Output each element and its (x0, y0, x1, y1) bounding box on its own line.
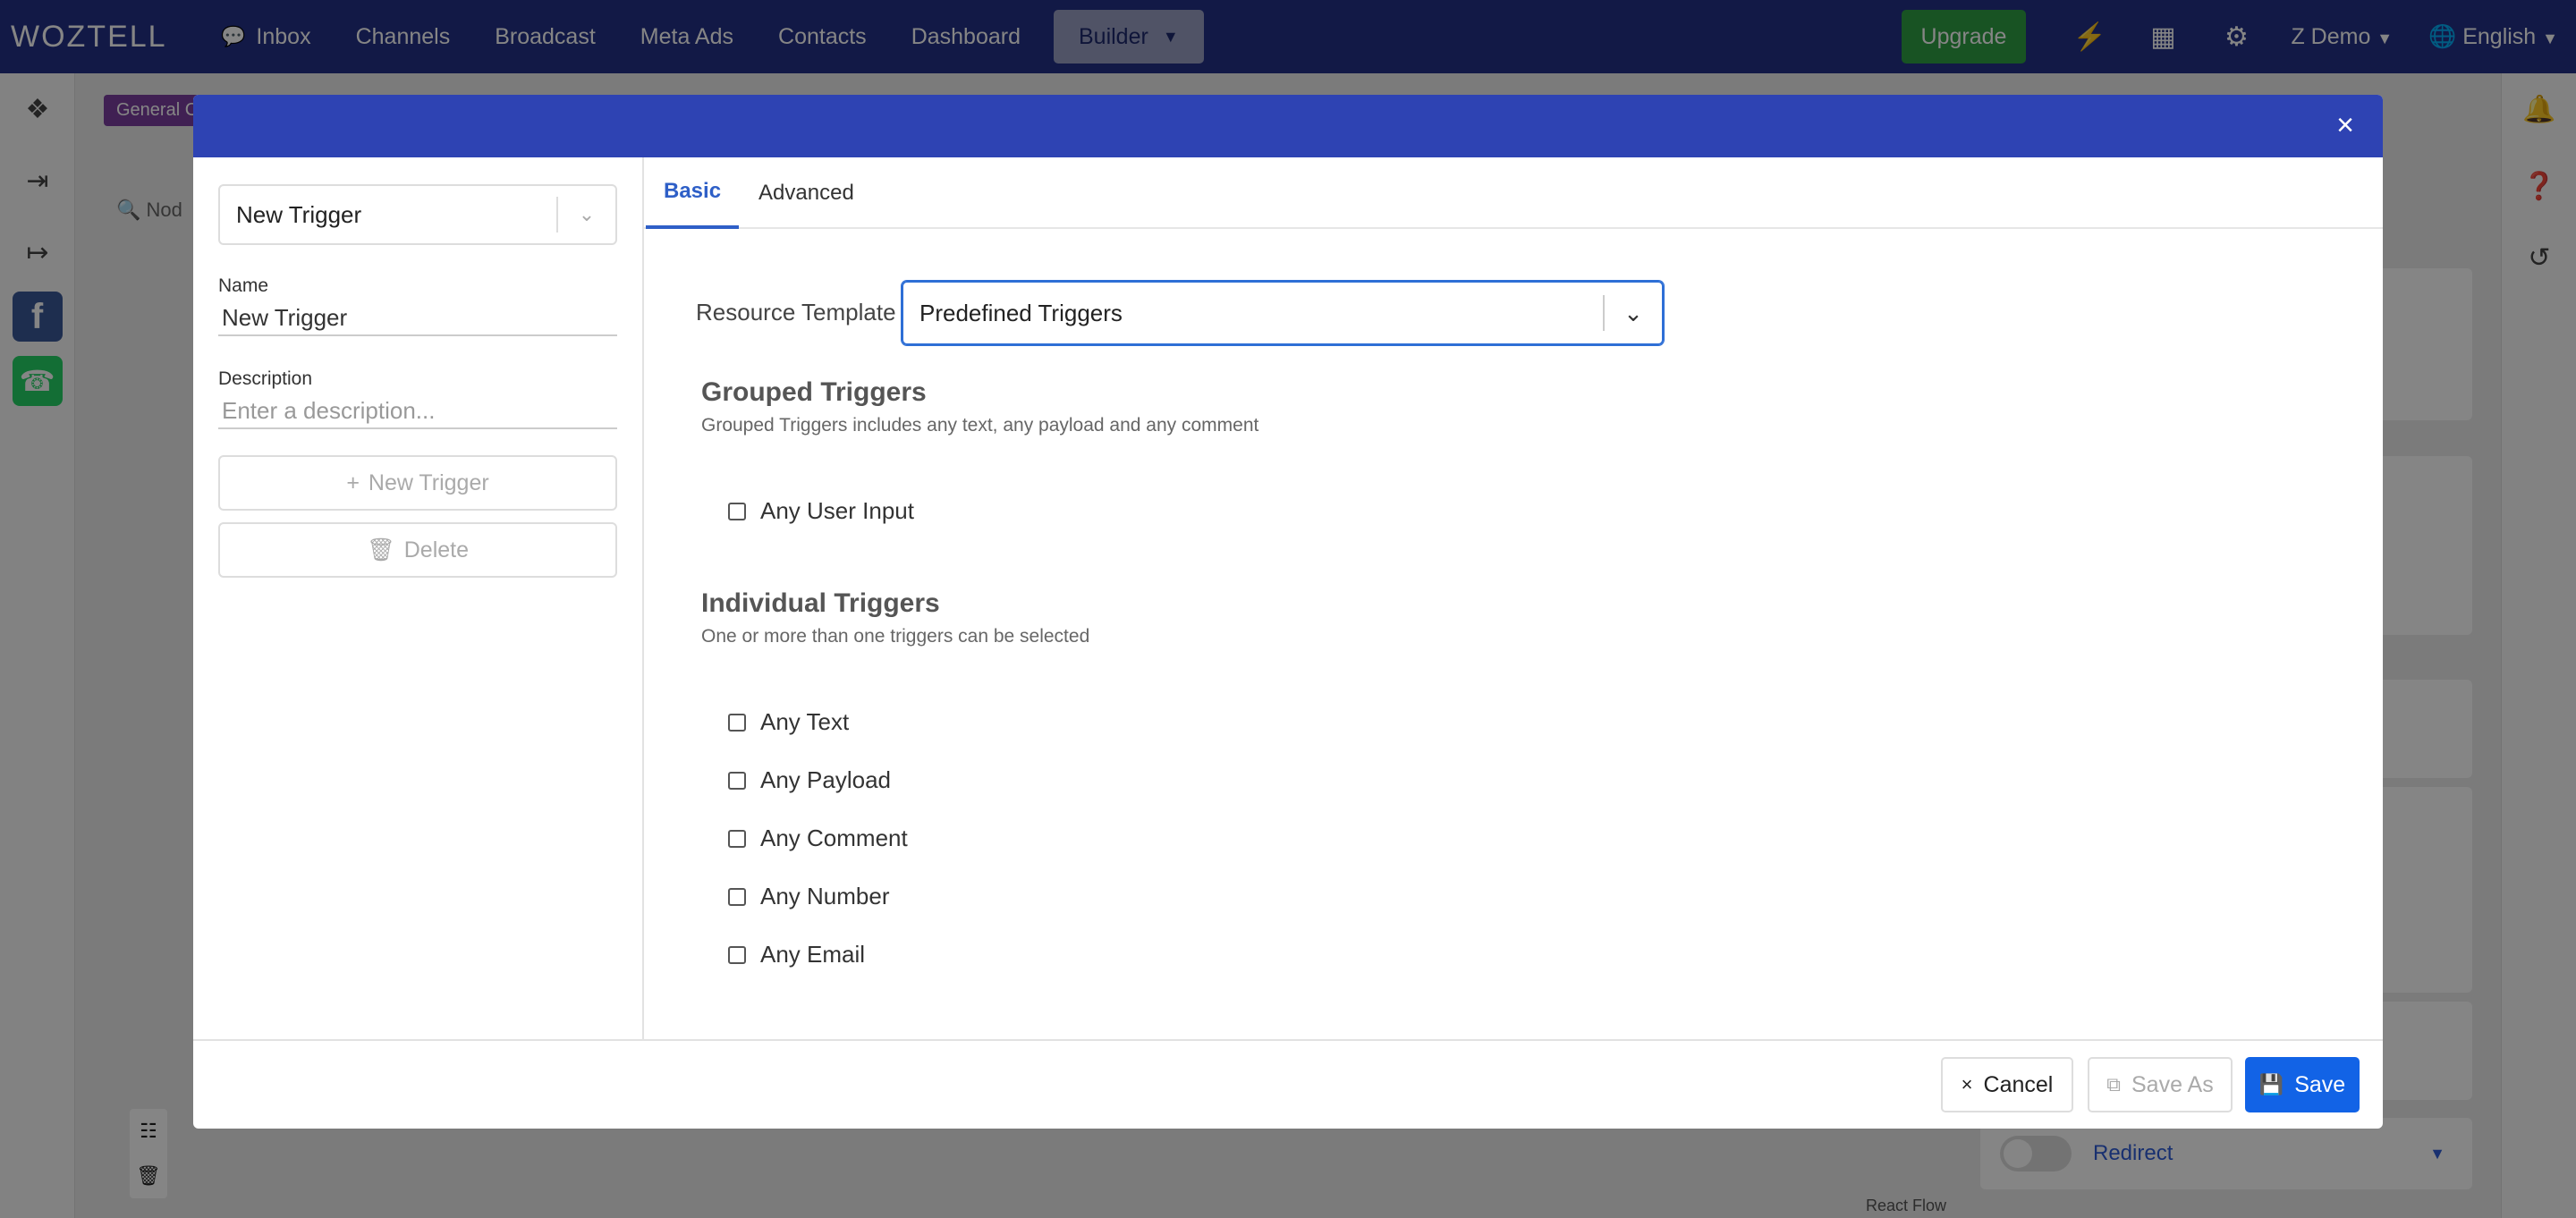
grouped-triggers-description: Grouped Triggers includes any text, any … (701, 415, 1259, 436)
tab-bar: Basic Advanced (644, 157, 2383, 229)
close-icon[interactable]: × (2327, 107, 2363, 143)
description-label: Description (218, 368, 313, 389)
resource-template-select[interactable]: Predefined Triggers ⌄ (902, 281, 1664, 345)
checkbox-any-number[interactable]: Any Number (728, 883, 890, 910)
trigger-select[interactable]: New Trigger ⌄ (218, 184, 617, 245)
new-trigger-button[interactable]: + New Trigger (218, 455, 617, 511)
new-trigger-label: New Trigger (368, 469, 489, 495)
trigger-editor: Basic Advanced Resource Template Predefi… (644, 157, 2383, 1039)
cancel-button[interactable]: × Cancel (1941, 1057, 2073, 1112)
checkbox-any-comment[interactable]: Any Comment (728, 825, 908, 852)
plus-icon: + (346, 469, 360, 495)
trigger-modal: × New Trigger ⌄ Name New Trigger Descrip… (193, 95, 2383, 1129)
floppy-icon: 💾 (2258, 1073, 2284, 1095)
tab-advanced[interactable]: Advanced (741, 157, 872, 229)
trigger-sidebar: New Trigger ⌄ Name New Trigger Descripti… (193, 157, 644, 1039)
description-input[interactable]: Enter a description... (218, 393, 617, 429)
cancel-label: Cancel (1983, 1071, 2054, 1097)
individual-triggers-title: Individual Triggers (701, 588, 940, 618)
resource-template-value: Predefined Triggers (919, 299, 1123, 326)
modal-header: × (193, 95, 2383, 157)
checkbox-any-payload[interactable]: Any Payload (728, 766, 891, 794)
checkbox-label: Any Text (760, 708, 850, 735)
checkbox[interactable] (728, 502, 746, 520)
chevron-down-icon[interactable]: ⌄ (558, 203, 615, 226)
save-as-label: Save As (2131, 1071, 2214, 1097)
chevron-down-icon[interactable]: ⌄ (1605, 300, 1662, 327)
checkbox-any-user-input[interactable]: Any User Input (728, 497, 914, 525)
checkbox-label: Any Number (760, 883, 890, 909)
name-label: Name (218, 275, 269, 296)
checkbox-label: Any Comment (760, 825, 908, 851)
save-button[interactable]: 💾 Save (2245, 1057, 2360, 1112)
delete-button[interactable]: 🗑 Delete (218, 522, 617, 578)
delete-label: Delete (403, 537, 469, 562)
checkbox[interactable] (728, 713, 746, 732)
save-label: Save (2294, 1071, 2346, 1097)
checkbox-label: Any Payload (760, 766, 891, 793)
save-as-button[interactable]: ⧉ Save As (2088, 1057, 2233, 1112)
checkbox[interactable] (728, 829, 746, 848)
checkbox[interactable] (728, 945, 746, 964)
grouped-triggers-title: Grouped Triggers (701, 377, 927, 407)
checkbox-any-email[interactable]: Any Email (728, 941, 865, 968)
modal-footer: × Cancel ⧉ Save As 💾 Save (193, 1039, 2383, 1129)
trigger-select-value: New Trigger (236, 200, 362, 228)
name-input[interactable]: New Trigger (218, 300, 617, 336)
resource-template-label: Resource Template (696, 299, 896, 326)
individual-triggers-description: One or more than one triggers can be sel… (701, 626, 1090, 647)
checkbox-label: Any User Input (760, 497, 914, 524)
tab-basic[interactable]: Basic (646, 157, 740, 229)
close-icon: × (1961, 1073, 1973, 1095)
trash-icon: 🗑 (366, 537, 395, 562)
checkbox[interactable] (728, 887, 746, 906)
checkbox[interactable] (728, 771, 746, 790)
checkbox-label: Any Email (760, 941, 866, 968)
copy-icon: ⧉ (2106, 1073, 2121, 1095)
checkbox-any-text[interactable]: Any Text (728, 708, 849, 736)
